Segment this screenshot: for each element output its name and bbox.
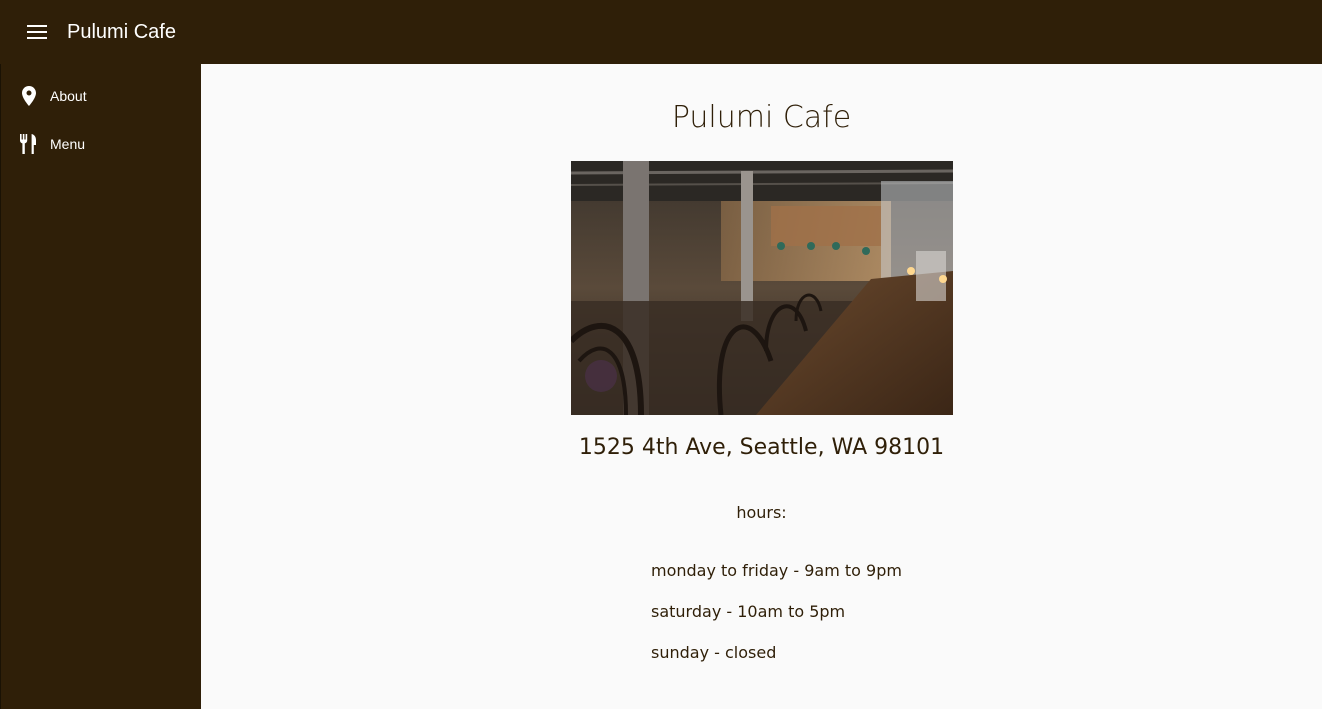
main-content: Pulumi Cafe 1525 4th Ave, Seattle, WA 98… xyxy=(201,64,1322,709)
side-navigation: About Menu xyxy=(0,64,201,709)
menu-toggle-button[interactable] xyxy=(17,12,57,52)
cafe-address: 1525 4th Ave, Seattle, WA 98101 xyxy=(578,435,945,460)
restaurant-icon xyxy=(19,134,39,154)
app-root: Pulumi Cafe About Menu Pulumi Cafe 1525 … xyxy=(0,0,1322,709)
hours-weekdays: monday to friday - 9am to 9pm xyxy=(651,561,902,580)
hours-list: monday to friday - 9am to 9pm saturday -… xyxy=(651,561,902,684)
sidebar-item-menu[interactable]: Menu xyxy=(1,120,201,168)
page-title: Pulumi Cafe xyxy=(671,100,852,135)
top-toolbar: Pulumi Cafe xyxy=(0,0,1322,64)
app-title: Pulumi Cafe xyxy=(67,20,176,43)
hours-heading: hours: xyxy=(736,503,787,522)
hours-sunday: sunday - closed xyxy=(651,643,777,662)
sidebar-item-label: Menu xyxy=(50,136,86,152)
sidebar-item-label: About xyxy=(50,88,87,104)
hours-saturday: saturday - 10am to 5pm xyxy=(651,602,846,621)
sidebar-item-about[interactable]: About xyxy=(1,72,201,120)
cafe-interior-image xyxy=(571,161,953,415)
hamburger-menu-icon xyxy=(27,25,47,39)
location-pin-icon xyxy=(19,86,39,106)
